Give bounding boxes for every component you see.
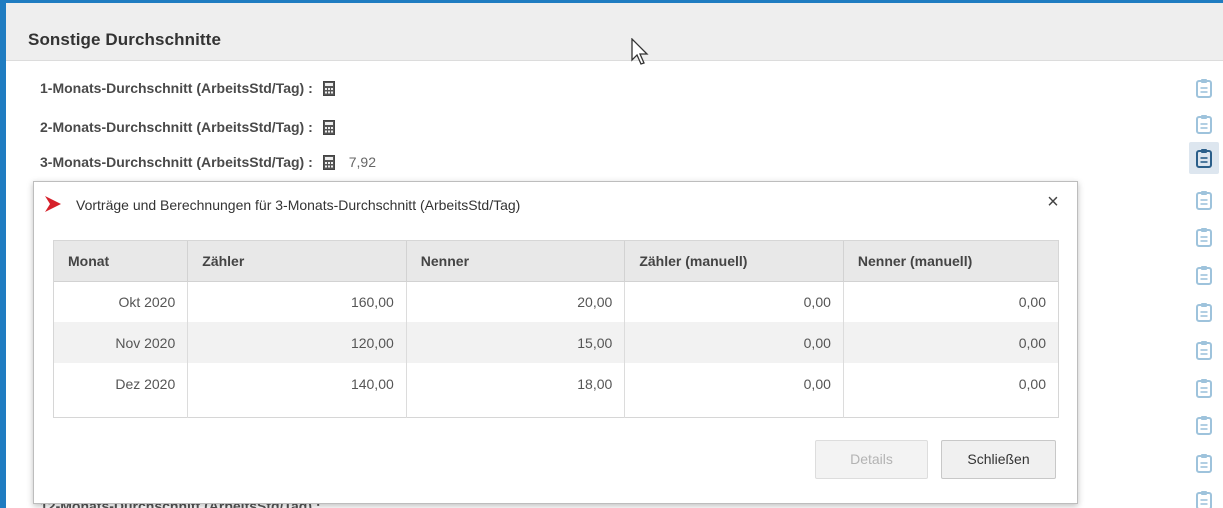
dialog-title: Vorträge und Berechnungen für 3-Monats-D… (76, 197, 521, 213)
cell-numerator-manual[interactable]: 0,00 (624, 281, 844, 322)
clipboard-icon[interactable] (1195, 78, 1213, 98)
panel-header: Sonstige Durchschnitte (6, 3, 1223, 61)
cell-numerator: 160,00 (187, 281, 407, 322)
dialog-header: Vorträge und Berechnungen für 3-Monats-D… (34, 182, 1077, 226)
cell-numerator: 120,00 (187, 322, 407, 363)
close-button[interactable]: Schließen (941, 440, 1056, 479)
clipboard-icon[interactable] (1195, 114, 1213, 134)
cell-denominator-manual[interactable]: 0,00 (843, 281, 1058, 322)
data-grid: Monat Zähler Nenner Zähler (manuell) Nen… (53, 240, 1059, 418)
table-row[interactable]: Dez 2020 140,00 18,00 0,00 0,00 (54, 363, 1058, 404)
clipboard-icon[interactable] (1195, 415, 1213, 435)
avg-row-3-month: 3-Monats-Durchschnitt (ArbeitsStd/Tag) :… (40, 152, 376, 172)
details-button[interactable]: Details (815, 440, 928, 479)
cell-denominator-manual[interactable]: 0,00 (843, 363, 1058, 404)
clipboard-icon[interactable] (1195, 453, 1213, 473)
cell-denominator: 18,00 (406, 363, 626, 404)
clipboard-icon[interactable] (1189, 142, 1219, 174)
cell-numerator: 140,00 (187, 363, 407, 404)
column-header-month[interactable]: Monat (54, 241, 189, 282)
avg-label: 3-Monats-Durchschnitt (ArbeitsStd/Tag) : (40, 154, 313, 170)
close-icon[interactable]: × (1043, 192, 1063, 212)
calculator-icon[interactable] (322, 119, 335, 135)
table-row[interactable]: Okt 2020 160,00 20,00 0,00 0,00 (54, 281, 1058, 322)
calc-table: Monat Zähler Nenner Zähler (manuell) Nen… (54, 241, 1058, 418)
table-filler-row (54, 404, 1058, 418)
avg-row-1-month: 1-Monats-Durchschnitt (ArbeitsStd/Tag) : (40, 78, 349, 98)
clipboard-icon[interactable] (1195, 190, 1213, 210)
calculator-icon[interactable] (322, 80, 335, 96)
cell-month: Okt 2020 (54, 281, 189, 322)
panel-title: Sonstige Durchschnitte (28, 30, 222, 49)
clipboard-icon[interactable] (1195, 340, 1213, 360)
cell-denominator: 15,00 (406, 322, 626, 363)
mouse-cursor-icon (631, 38, 649, 65)
avg-value: 7,92 (348, 154, 376, 170)
column-header-denominator[interactable]: Nenner (406, 241, 626, 282)
clipboard-icon[interactable] (1195, 302, 1213, 322)
red-chevron-icon (45, 196, 61, 212)
cell-denominator: 20,00 (406, 281, 626, 322)
clipboard-icon[interactable] (1195, 378, 1213, 398)
column-header-numerator-manual[interactable]: Zähler (manuell) (624, 241, 844, 282)
column-header-numerator[interactable]: Zähler (187, 241, 407, 282)
column-header-denominator-manual[interactable]: Nenner (manuell) (843, 241, 1058, 282)
clipboard-icon[interactable] (1195, 490, 1213, 508)
clipboard-icon[interactable] (1195, 265, 1213, 285)
cell-denominator-manual[interactable]: 0,00 (843, 322, 1058, 363)
cell-numerator-manual[interactable]: 0,00 (624, 322, 844, 363)
avg-row-2-month: 2-Monats-Durchschnitt (ArbeitsStd/Tag) : (40, 117, 349, 137)
averages-dialog: Vorträge und Berechnungen für 3-Monats-D… (33, 181, 1078, 504)
avg-label: 1-Monats-Durchschnitt (ArbeitsStd/Tag) : (40, 80, 313, 96)
cell-month: Nov 2020 (54, 322, 189, 363)
table-header-row: Monat Zähler Nenner Zähler (manuell) Nen… (54, 241, 1058, 282)
table-row[interactable]: Nov 2020 120,00 15,00 0,00 0,00 (54, 322, 1058, 363)
avg-label: 2-Monats-Durchschnitt (ArbeitsStd/Tag) : (40, 119, 313, 135)
clipboard-icon[interactable] (1195, 227, 1213, 247)
cell-month: Dez 2020 (54, 363, 189, 404)
calculator-icon[interactable] (322, 154, 335, 170)
cell-numerator-manual[interactable]: 0,00 (624, 363, 844, 404)
